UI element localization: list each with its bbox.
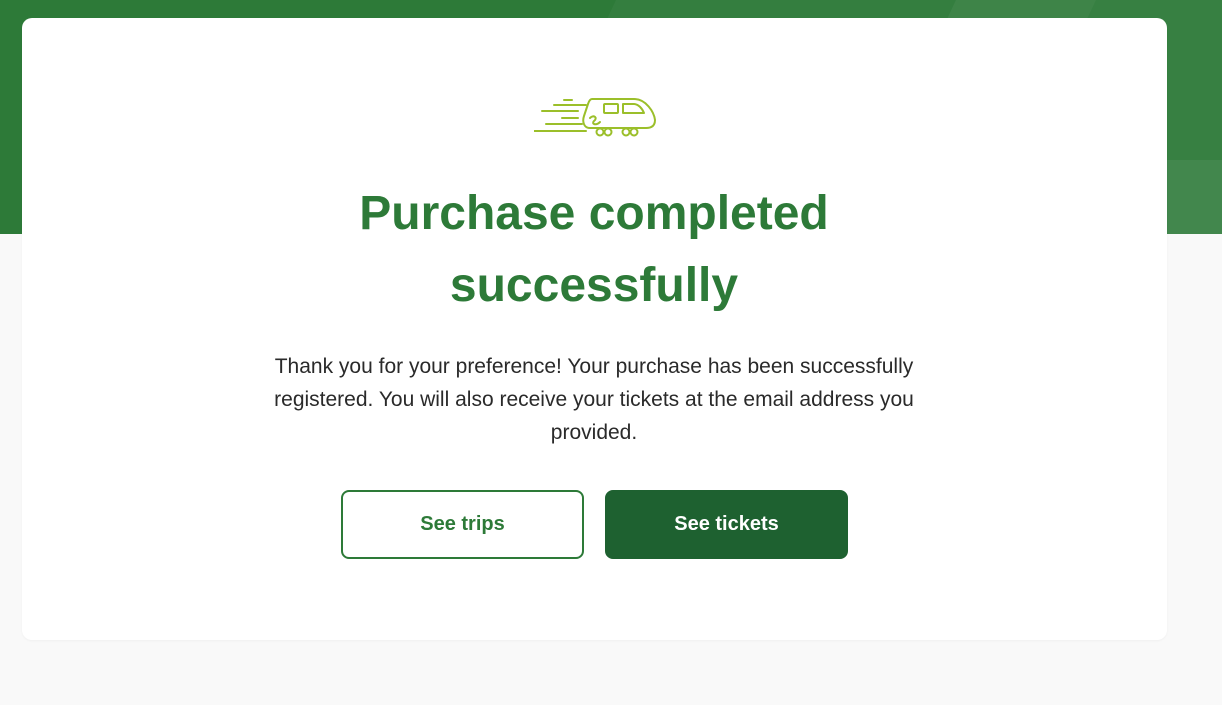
see-tickets-button[interactable]: See tickets bbox=[605, 490, 848, 559]
page: Purchase completed successfully Thank yo… bbox=[0, 0, 1222, 705]
page-title: Purchase completed successfully bbox=[359, 187, 829, 312]
see-trips-button[interactable]: See trips bbox=[341, 490, 584, 559]
train-icon bbox=[534, 98, 656, 137]
confirmation-message: Thank you for your preference! Your purc… bbox=[274, 355, 914, 444]
confirmation-card: Purchase completed successfully Thank yo… bbox=[22, 18, 1167, 640]
